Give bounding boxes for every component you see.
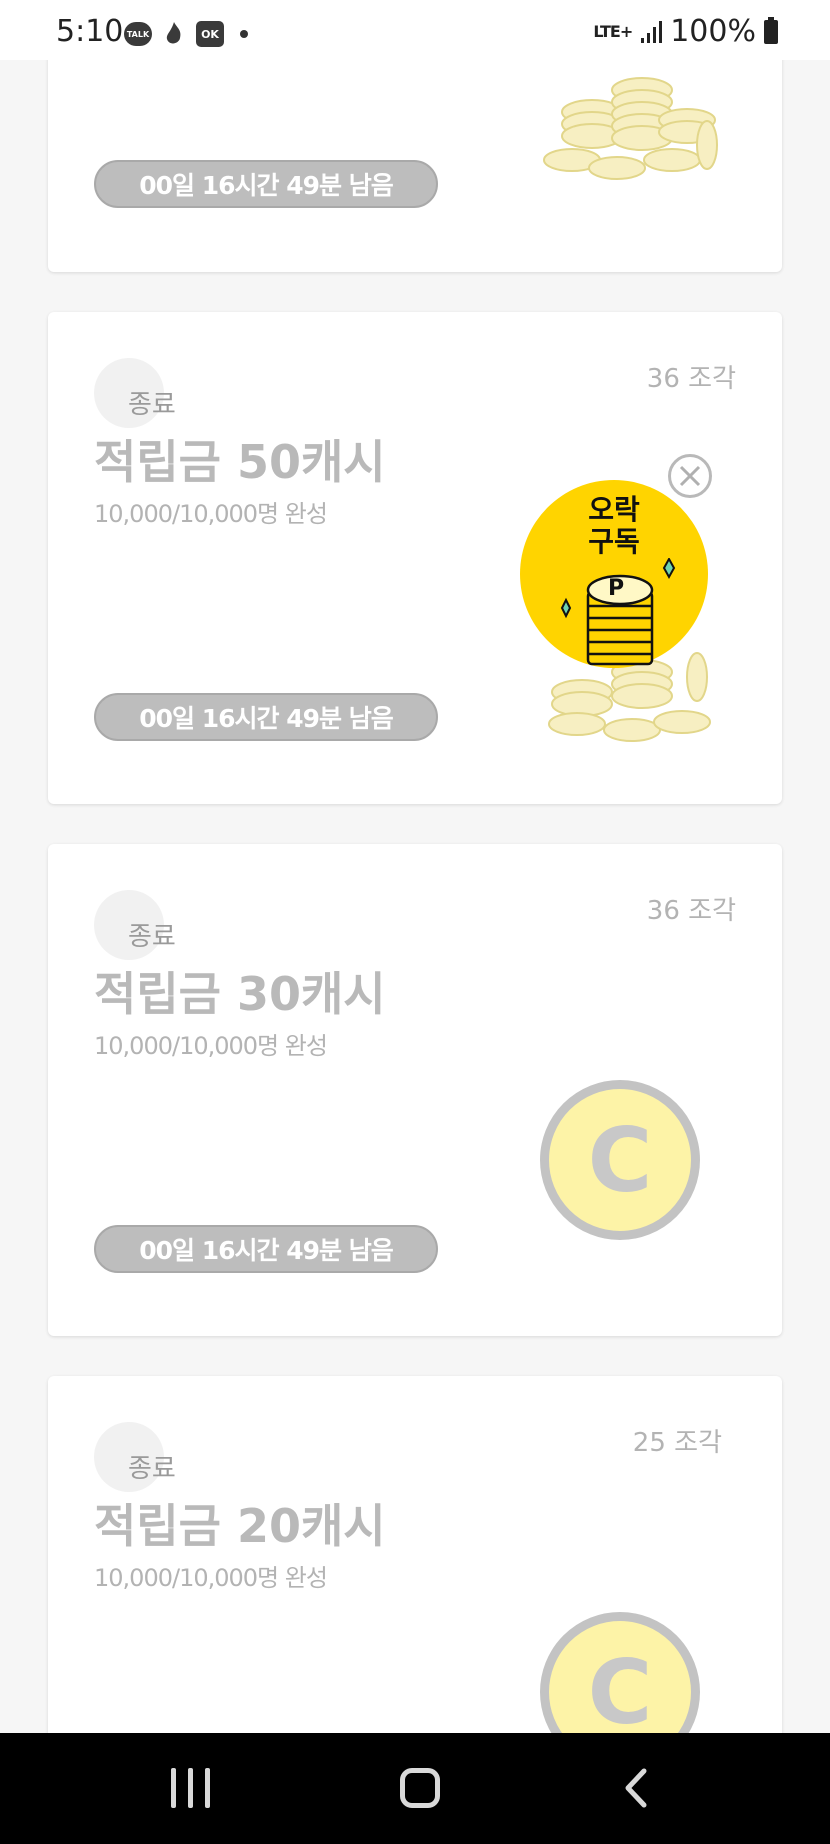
ad-coin-letter: P [608,576,625,601]
system-indicators: LTE+ 100% [593,14,778,49]
coin-stack-icon [543,77,718,180]
status-bar: 5:10 TALK OK LTE+ 100% [0,0,830,60]
close-ad-button[interactable] [668,454,712,498]
status-label: 종료 [128,1454,176,1484]
time-remaining-badge: 00일 16시간 49분 남음 [94,1225,438,1273]
participant-progress: 10,000/10,000명 완성 [94,1032,328,1060]
status-time: 5:10 [56,14,124,49]
more-notifications-dot-icon [240,30,248,38]
notification-icons: TALK OK [124,20,248,48]
participant-progress: 10,000/10,000명 완성 [94,500,328,528]
flame-icon [166,22,181,44]
time-remaining-badge: 00일 16시간 49분 남음 [94,160,438,208]
kakaotalk-icon: TALK [124,22,152,46]
ad-text-line1: 오락 [588,493,640,526]
back-button[interactable] [612,1763,672,1813]
status-label: 종료 [128,922,176,952]
status-label: 종료 [128,390,176,420]
reward-card[interactable]: 종료 36 조각 적립금 30캐시 10,000/10,000명 완성 C 00… [48,844,782,1336]
battery-icon [764,16,778,44]
reward-card[interactable]: 종료 36 조각 적립금 50캐시 10,000/10,000명 완성 오락 구… [48,312,782,804]
pieces-count: 25 조각 [632,1428,722,1458]
home-button[interactable] [390,1763,450,1813]
network-type: LTE+ [593,22,633,41]
card-title: 적립금 30캐시 [94,967,386,1021]
time-remaining-badge: 00일 16시간 49분 남음 [94,693,438,741]
card-title: 적립금 20캐시 [94,1499,386,1553]
pieces-count: 36 조각 [646,364,736,394]
close-icon [679,465,701,487]
recent-apps-icon [170,1768,176,1808]
ad-text-line2: 구독 [588,525,640,558]
recent-apps-button[interactable] [160,1763,220,1813]
cash-coin-icon: C [540,1080,700,1240]
signal-icon [641,20,663,43]
home-icon [400,1768,440,1808]
card-title: 적립금 50캐시 [94,435,386,489]
okcashbag-icon: OK [196,21,224,47]
back-chevron-icon [625,1768,647,1808]
pieces-count: 36 조각 [646,896,736,926]
floating-ad[interactable]: 오락 구독 P [520,480,708,668]
system-navigation-bar [0,1733,830,1844]
battery-percent: 100% [670,14,756,49]
coin-tower-icon [560,558,676,666]
participant-progress: 10,000/10,000명 완성 [94,1564,328,1592]
